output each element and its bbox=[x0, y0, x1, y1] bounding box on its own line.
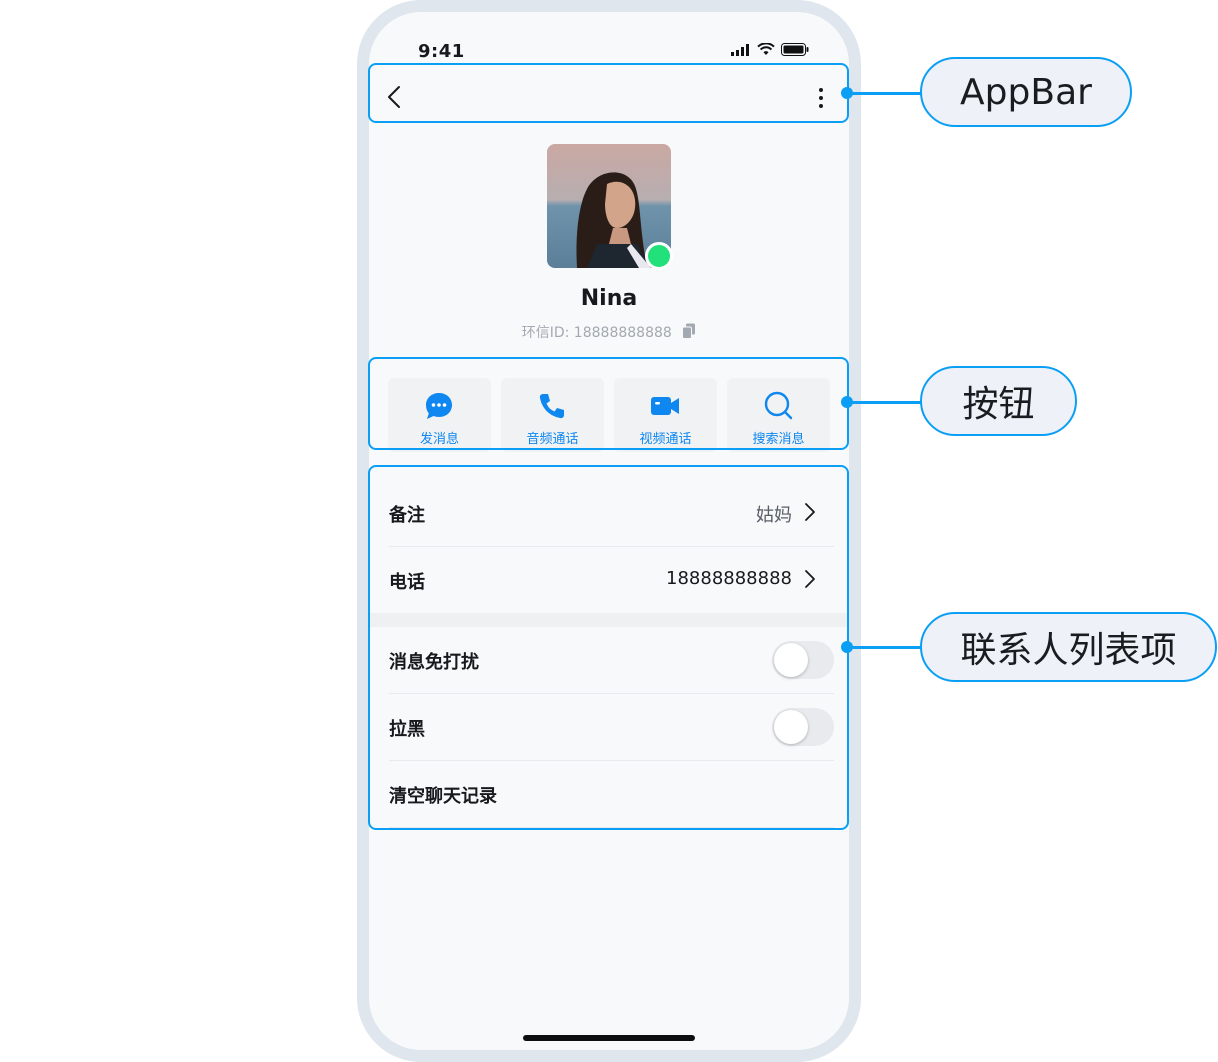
list-connector-line bbox=[850, 646, 922, 649]
battery-icon bbox=[781, 43, 809, 56]
appbar-connector-line bbox=[850, 92, 922, 95]
status-icons bbox=[731, 43, 809, 56]
contact-name: Nina bbox=[580, 286, 638, 311]
buttons-callout-label: 按钮 bbox=[962, 384, 1035, 425]
list-items-callout: 联系人列表项 bbox=[920, 612, 1217, 682]
online-status-dot bbox=[645, 242, 673, 270]
status-bar: 9:41 bbox=[369, 12, 849, 68]
buttons-connector-line bbox=[850, 401, 922, 404]
signal-icon bbox=[731, 43, 749, 56]
list-items-callout-label: 联系人列表项 bbox=[960, 630, 1177, 671]
contact-id: 环信ID: 18888888888 bbox=[521, 325, 672, 341]
contact-id-row: 环信ID: 18888888888 bbox=[369, 322, 849, 342]
status-time: 9:41 bbox=[418, 41, 465, 62]
appbar-callout-label: AppBar bbox=[960, 71, 1092, 113]
avatar[interactable] bbox=[547, 144, 673, 270]
home-indicator bbox=[523, 1035, 695, 1041]
copy-icon[interactable] bbox=[682, 323, 696, 339]
buttons-highlight bbox=[368, 357, 849, 450]
wifi-icon bbox=[757, 43, 775, 55]
appbar-highlight bbox=[368, 63, 849, 123]
appbar-callout: AppBar bbox=[920, 57, 1132, 127]
buttons-callout: 按钮 bbox=[920, 366, 1077, 436]
list-highlight bbox=[368, 465, 849, 830]
